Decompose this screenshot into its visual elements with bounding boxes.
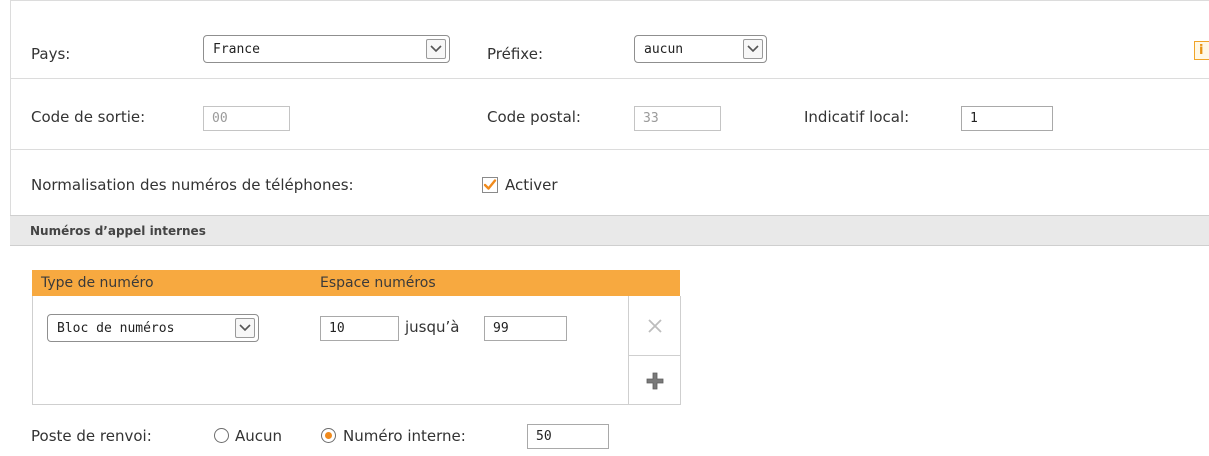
table-header: Type de numéro Espace numéros <box>32 270 680 296</box>
range-to-label: jusqu’à <box>405 318 460 336</box>
close-icon <box>648 318 662 333</box>
range-from-field[interactable]: 10 <box>320 316 399 341</box>
local-code-field[interactable]: 1 <box>961 106 1053 131</box>
divider-row-1 <box>10 78 1209 79</box>
chevron-down-icon <box>426 39 446 59</box>
chevron-down-icon <box>235 318 255 338</box>
column-header-type: Type de numéro <box>41 275 154 291</box>
section-title: Numéros d’appel internes <box>30 224 206 238</box>
postal-code-label: Code postal: <box>487 108 581 126</box>
normalization-label: Normalisation des numéros de téléphones: <box>31 176 354 194</box>
checkmark-icon <box>483 179 497 190</box>
number-type-select[interactable]: Bloc de numéros <box>47 314 259 342</box>
radio-none-label: Aucun <box>235 427 283 445</box>
prefix-label: Préfixe: <box>487 45 543 63</box>
delete-row-button[interactable] <box>629 296 681 355</box>
number-type-value: Bloc de numéros <box>57 320 175 336</box>
section-header: Numéros d’appel internes <box>10 215 1209 246</box>
exit-code-label: Code de sortie: <box>31 108 146 126</box>
country-label: Pays: <box>31 45 71 63</box>
exit-code-field[interactable]: 00 <box>203 106 290 131</box>
forwarding-label: Poste de renvoi: <box>31 427 152 445</box>
prefix-select[interactable]: aucun <box>634 35 767 63</box>
forwarding-internal-field[interactable]: 50 <box>527 424 609 449</box>
radio-internal-label: Numéro interne: <box>343 427 466 445</box>
radio-none[interactable] <box>214 428 229 443</box>
left-border <box>10 0 11 215</box>
prefix-select-value: aucun <box>644 41 684 57</box>
activate-label: Activer <box>505 176 558 194</box>
local-code-label: Indicatif local: <box>804 108 910 126</box>
country-select[interactable]: France <box>203 35 450 63</box>
column-header-range: Espace numéros <box>320 275 436 291</box>
info-icon-letter: i <box>1199 43 1204 58</box>
chevron-down-icon <box>743 39 763 59</box>
plus-icon <box>646 372 664 389</box>
range-to-field[interactable]: 99 <box>484 316 567 341</box>
activate-checkbox[interactable] <box>482 177 498 193</box>
add-row-button[interactable] <box>629 356 681 405</box>
info-icon[interactable]: i <box>1194 41 1209 60</box>
country-select-value: France <box>213 41 260 57</box>
top-divider <box>10 0 1209 1</box>
divider-row-2 <box>10 149 1209 150</box>
internal-numbers-table <box>32 296 681 405</box>
radio-internal[interactable] <box>321 428 336 443</box>
postal-code-field[interactable]: 33 <box>634 106 721 131</box>
